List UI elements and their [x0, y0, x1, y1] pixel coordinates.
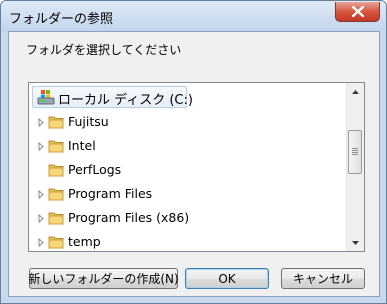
vertical-scrollbar[interactable]	[346, 83, 364, 251]
expand-arrow-icon[interactable]	[37, 142, 45, 151]
local-disk-icon	[37, 90, 55, 105]
browse-folder-dialog: フォルダーの参照 フォルダを選択してください ローカル ディスク (C:) Fu…	[0, 0, 387, 304]
scroll-up-arrow-icon	[352, 89, 359, 94]
expand-arrow-icon[interactable]	[37, 190, 45, 199]
tree-item-temp[interactable]: temp	[29, 231, 346, 253]
scrollbar-thumb[interactable]	[348, 130, 362, 174]
scroll-down-arrow-icon	[352, 240, 359, 245]
folder-icon	[48, 140, 64, 153]
grip-line	[352, 150, 358, 151]
tree-item-label: Program Files	[68, 186, 153, 201]
tree-item-local-disk[interactable]: ローカル ディスク (C:)	[29, 86, 346, 108]
folder-icon	[48, 236, 64, 249]
grip-line	[352, 154, 358, 155]
tree-item-label: Fujitsu	[68, 114, 109, 129]
tree-item-program-files-x86[interactable]: Program Files (x86)	[29, 207, 346, 229]
grip-line	[352, 148, 358, 149]
tree-item-label: Program Files (x86)	[68, 210, 190, 225]
new-folder-button[interactable]: 新しいフォルダーの作成(N)	[28, 268, 179, 289]
expand-arrow-icon[interactable]	[37, 238, 45, 247]
close-button[interactable]	[335, 2, 380, 22]
tree-item-perflogs[interactable]: PerfLogs	[29, 159, 346, 181]
tree-item-fujitsu[interactable]: Fujitsu	[29, 111, 346, 133]
tree-item-label: Intel	[68, 138, 96, 153]
folder-icon	[48, 116, 64, 129]
tree-item-program-files[interactable]: Program Files	[29, 183, 346, 205]
folder-tree-list: ローカル ディスク (C:) Fujitsu Intel PerfLogs Pr…	[29, 83, 346, 251]
cancel-button[interactable]: キャンセル	[281, 268, 365, 289]
instruction-text: フォルダを選択してください	[26, 43, 182, 57]
folder-icon	[48, 164, 64, 177]
title-bar[interactable]: フォルダーの参照	[1, 1, 386, 31]
tree-item-label: temp	[68, 234, 101, 249]
tree-item-label: ローカル ディスク (C:)	[58, 93, 193, 108]
folder-tree[interactable]: ローカル ディスク (C:) Fujitsu Intel PerfLogs Pr…	[28, 82, 365, 252]
scroll-up-button[interactable]	[347, 83, 364, 100]
grip-line	[352, 152, 358, 153]
ok-button[interactable]: OK	[185, 268, 269, 289]
tree-item-intel[interactable]: Intel	[29, 135, 346, 157]
folder-icon	[48, 212, 64, 225]
expand-arrow-icon[interactable]	[37, 214, 45, 223]
close-icon	[351, 6, 364, 17]
dialog-client-area: フォルダを選択してください ローカル ディスク (C:) Fujitsu Int…	[8, 31, 380, 297]
tree-item-label: PerfLogs	[68, 162, 122, 177]
scroll-down-button[interactable]	[347, 234, 364, 251]
expand-arrow-icon[interactable]	[37, 118, 45, 127]
window-title: フォルダーの参照	[9, 12, 114, 27]
folder-icon	[48, 188, 64, 201]
